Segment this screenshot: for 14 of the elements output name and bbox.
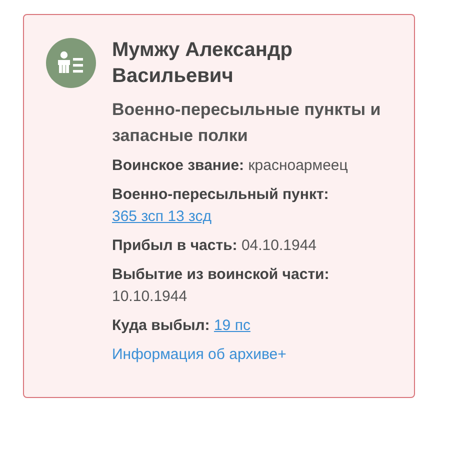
field-value: 10.10.1944 (112, 288, 188, 305)
field-value: красноармеец (248, 157, 348, 174)
person-list-icon (46, 38, 96, 88)
field-label: Военно-пересыльный пункт: (112, 186, 329, 203)
archive-info-link[interactable]: Информация об архиве+ (112, 344, 286, 366)
category-title: Военно-пересыльные пункты и запасные полки (112, 99, 382, 147)
field-label: Воинское звание: (112, 157, 244, 174)
field-label: Прибыл в часть: (112, 237, 238, 254)
field-label: Куда выбыл: (112, 317, 210, 334)
field-label: Выбытие из воинской части: (112, 266, 330, 283)
value-link[interactable]: 19 пс (214, 317, 250, 334)
field-value: 04.10.1944 (241, 237, 317, 254)
person-name: Мумжу Александр Васильевич (112, 38, 294, 89)
value-link[interactable]: 365 зсп 13 зсд (112, 208, 212, 225)
